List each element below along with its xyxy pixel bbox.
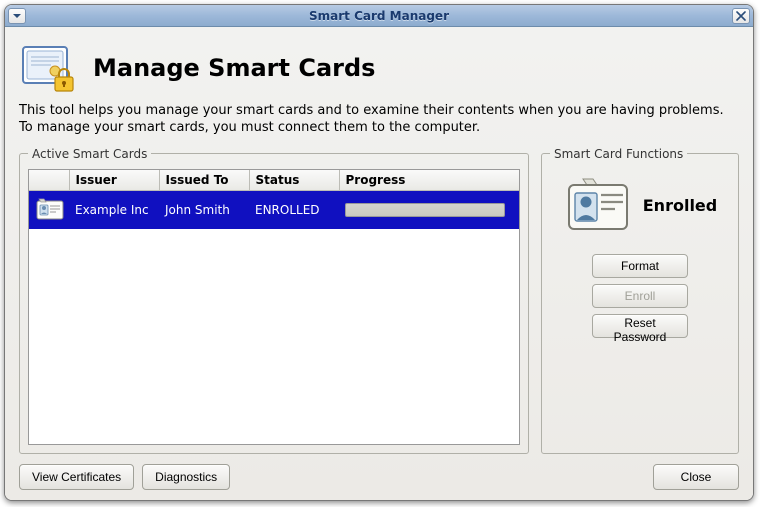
- active-cards-legend: Active Smart Cards: [28, 147, 151, 161]
- close-window-button[interactable]: [732, 8, 750, 24]
- window-menu-button[interactable]: [8, 8, 26, 24]
- reset-password-button[interactable]: Reset Password: [592, 314, 688, 338]
- functions-legend: Smart Card Functions: [550, 147, 687, 161]
- col-header-icon[interactable]: [29, 170, 69, 191]
- cards-table-wrap: Issuer Issued To Status Progress: [28, 169, 520, 445]
- col-header-progress[interactable]: Progress: [339, 170, 519, 191]
- progress-bar: [345, 203, 505, 217]
- table-row[interactable]: Example Inc John Smith ENROLLED: [29, 190, 519, 229]
- cell-issuer: Example Inc: [69, 190, 159, 229]
- main-row: Active Smart Cards Issuer Issued To Stat…: [19, 147, 739, 454]
- view-certificates-button[interactable]: View Certificates: [19, 464, 134, 490]
- intro-text: This tool helps you manage your smart ca…: [19, 103, 739, 137]
- cell-issued-to: John Smith: [159, 190, 249, 229]
- close-button[interactable]: Close: [653, 464, 739, 490]
- format-button[interactable]: Format: [592, 254, 688, 278]
- col-header-status[interactable]: Status: [249, 170, 339, 191]
- window-title: Smart Card Manager: [29, 9, 729, 23]
- table-header-row: Issuer Issued To Status Progress: [29, 170, 519, 191]
- cell-status: ENROLLED: [249, 190, 339, 229]
- spacer: [238, 464, 645, 490]
- page-title: Manage Smart Cards: [93, 54, 375, 82]
- app-window: Smart Card Manager Manage Smar: [4, 4, 754, 501]
- active-cards-group: Active Smart Cards Issuer Issued To Stat…: [19, 147, 529, 454]
- intro-line-2: To manage your smart cards, you must con…: [19, 120, 480, 135]
- diagnostics-button[interactable]: Diagnostics: [142, 464, 230, 490]
- titlebar: Smart Card Manager: [5, 5, 753, 27]
- row-card-icon: [29, 190, 69, 229]
- window-body: Manage Smart Cards This tool helps you m…: [5, 27, 753, 500]
- intro-line-1: This tool helps you manage your smart ca…: [19, 103, 724, 118]
- enroll-button: Enroll: [592, 284, 688, 308]
- card-status-label: Enrolled: [643, 196, 717, 215]
- bottom-button-row: View Certificates Diagnostics Close: [19, 464, 739, 490]
- cell-progress: [339, 190, 519, 229]
- col-header-issued-to[interactable]: Issued To: [159, 170, 249, 191]
- cards-table: Issuer Issued To Status Progress: [29, 170, 519, 229]
- functions-status-row: Enrolled: [563, 175, 717, 237]
- functions-group: Smart Card Functions Enrolled: [541, 147, 739, 454]
- col-header-issuer[interactable]: Issuer: [69, 170, 159, 191]
- certificate-lock-icon: [19, 41, 79, 95]
- header: Manage Smart Cards: [19, 41, 739, 95]
- id-card-icon: [563, 175, 633, 237]
